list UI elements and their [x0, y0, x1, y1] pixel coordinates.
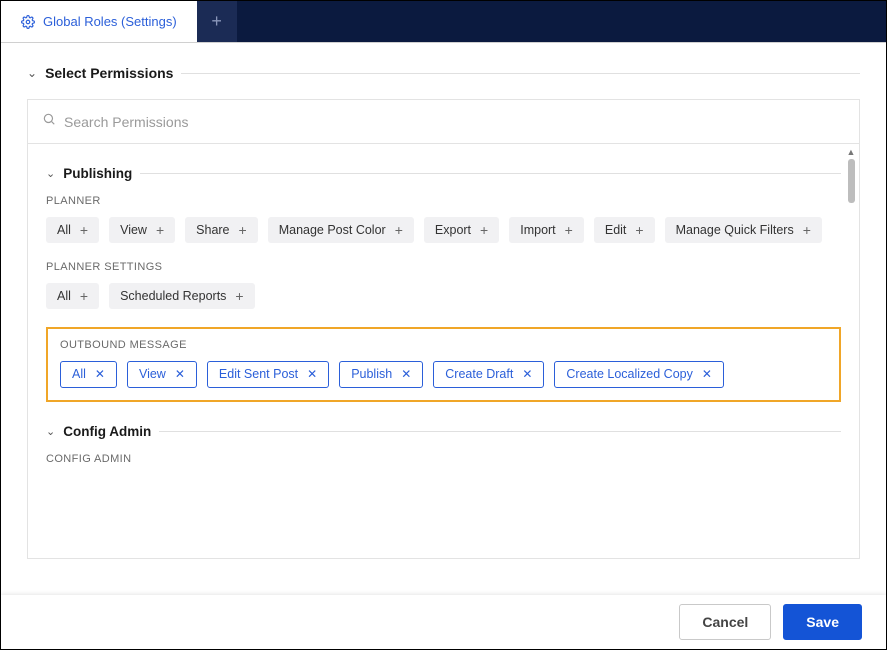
chip-out-create-localized-copy[interactable]: Create Localized Copy✕ [554, 361, 724, 388]
chip-out-create-draft[interactable]: Create Draft✕ [433, 361, 544, 388]
chip-row-planner: All+ View+ Share+ Manage Post Color+ Exp… [46, 217, 841, 243]
content: ⌄ Select Permissions ⌄ Publishing PLANNE… [1, 43, 886, 596]
chevron-down-icon: ⌄ [46, 425, 55, 438]
plus-icon: + [235, 289, 243, 303]
tab-global-roles[interactable]: Global Roles (Settings) [1, 1, 197, 42]
search-icon [42, 112, 56, 131]
new-tab-button[interactable]: + [197, 1, 237, 42]
plus-icon: + [211, 11, 222, 32]
plus-icon: + [803, 223, 811, 237]
divider [140, 173, 841, 174]
chip-planner-import[interactable]: Import+ [509, 217, 584, 243]
outbound-highlight: OUTBOUND MESSAGE All✕ View✕ Edit Sent Po… [46, 327, 841, 402]
chip-ps-all[interactable]: All+ [46, 283, 99, 309]
chip-out-all[interactable]: All✕ [60, 361, 117, 388]
permissions-scroll[interactable]: ⌄ Publishing PLANNER All+ View+ Share+ M… [28, 144, 859, 558]
scrollbar[interactable]: ▲ [846, 147, 856, 555]
chevron-down-icon: ⌄ [27, 66, 37, 80]
group-label-planner-settings: PLANNER SETTINGS [46, 261, 841, 273]
divider [159, 431, 841, 432]
plus-icon: + [239, 223, 247, 237]
subsection-title: Publishing [63, 166, 132, 181]
tab-label: Global Roles (Settings) [43, 14, 177, 29]
subsection-publishing[interactable]: ⌄ Publishing [46, 166, 841, 181]
chip-ps-scheduled-reports[interactable]: Scheduled Reports+ [109, 283, 255, 309]
permissions-panel: ⌄ Publishing PLANNER All+ View+ Share+ M… [27, 99, 860, 559]
scroll-thumb[interactable] [848, 159, 855, 203]
section-title: Select Permissions [45, 65, 173, 81]
chip-planner-share[interactable]: Share+ [185, 217, 258, 243]
subsection-config-admin[interactable]: ⌄ Config Admin [46, 424, 841, 439]
chip-planner-export[interactable]: Export+ [424, 217, 499, 243]
tab-bar: Global Roles (Settings) + [1, 1, 886, 43]
gear-icon [21, 15, 35, 29]
divider [181, 73, 860, 74]
plus-icon: + [635, 223, 643, 237]
plus-icon: + [156, 223, 164, 237]
close-icon: ✕ [175, 368, 185, 380]
chip-row-outbound: All✕ View✕ Edit Sent Post✕ Publish✕ Crea… [60, 361, 827, 388]
cancel-button[interactable]: Cancel [679, 604, 771, 640]
group-label-config-admin: CONFIG ADMIN [46, 453, 841, 465]
close-icon: ✕ [702, 368, 712, 380]
section-select-permissions[interactable]: ⌄ Select Permissions [27, 65, 860, 81]
close-icon: ✕ [522, 368, 532, 380]
chip-planner-edit[interactable]: Edit+ [594, 217, 655, 243]
plus-icon: + [80, 223, 88, 237]
close-icon: ✕ [307, 368, 317, 380]
chip-planner-view[interactable]: View+ [109, 217, 175, 243]
search-input[interactable] [64, 114, 845, 130]
plus-icon: + [80, 289, 88, 303]
chip-planner-manage-post-color[interactable]: Manage Post Color+ [268, 217, 414, 243]
save-button[interactable]: Save [783, 604, 862, 640]
chip-out-edit-sent-post[interactable]: Edit Sent Post✕ [207, 361, 329, 388]
close-icon: ✕ [401, 368, 411, 380]
subsection-title: Config Admin [63, 424, 151, 439]
chip-row-planner-settings: All+ Scheduled Reports+ [46, 283, 841, 309]
chevron-down-icon: ⌄ [46, 167, 55, 180]
scroll-up-icon: ▲ [846, 147, 856, 157]
chip-planner-all[interactable]: All+ [46, 217, 99, 243]
chip-out-publish[interactable]: Publish✕ [339, 361, 423, 388]
plus-icon: + [480, 223, 488, 237]
group-label-planner: PLANNER [46, 195, 841, 207]
search-bar [28, 100, 859, 144]
plus-icon: + [565, 223, 573, 237]
plus-icon: + [395, 223, 403, 237]
chip-planner-manage-quick-filters[interactable]: Manage Quick Filters+ [665, 217, 822, 243]
chip-out-view[interactable]: View✕ [127, 361, 197, 388]
group-label-outbound: OUTBOUND MESSAGE [60, 339, 827, 351]
close-icon: ✕ [95, 368, 105, 380]
footer: Cancel Save [1, 595, 886, 649]
